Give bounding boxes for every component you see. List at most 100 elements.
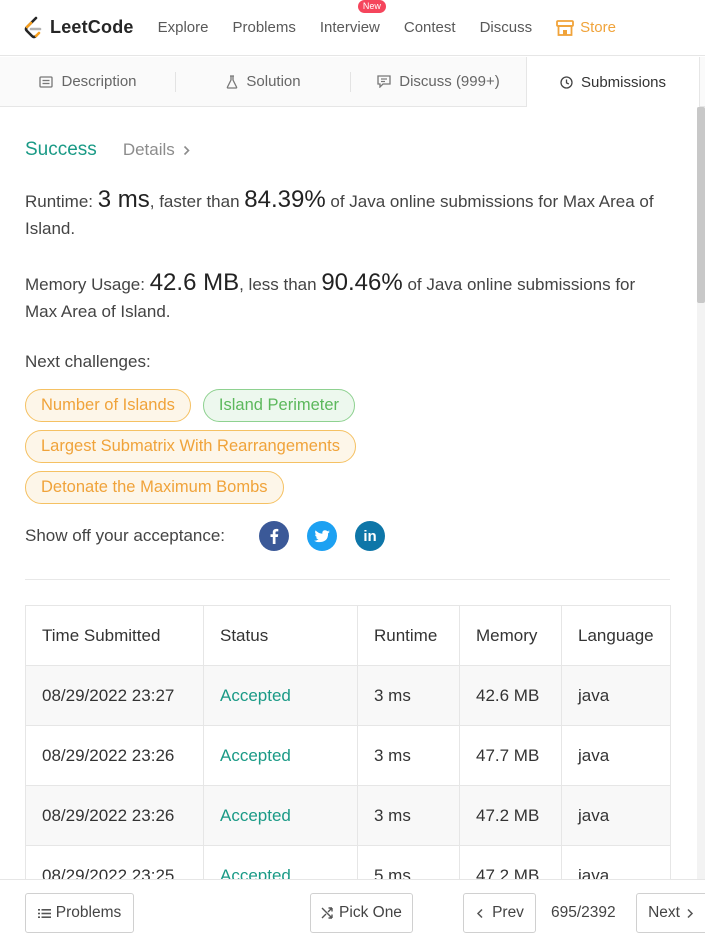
cell-status[interactable]: Accepted [203,845,358,879]
cell-runtime: 3 ms [357,725,460,786]
chevron-right-icon [183,145,190,155]
cell-status[interactable]: Accepted [203,785,358,846]
new-badge: New [357,0,386,13]
table-header-row: Time Submitted Status Runtime Memory Lan… [25,605,671,666]
nav-discuss[interactable]: Discuss [480,19,533,36]
challenge-detonate-bombs[interactable]: Detonate the Maximum Bombs [25,471,284,504]
col-runtime[interactable]: Runtime [357,605,460,666]
linkedin-icon[interactable]: in [355,521,386,551]
nav-interview[interactable]: Interview New [319,0,386,36]
challenge-number-of-islands[interactable]: Number of Islands [25,389,191,422]
comment-icon [377,75,391,88]
details-label: Details [122,140,175,159]
share-label: Show off your acceptance: [25,526,226,545]
bottom-toolbar: Problems Pick One Prev 695/2392 Next [0,879,705,938]
chevron-left-icon [477,908,483,918]
logo-text: LeetCode [50,17,134,37]
table-row[interactable]: 08/29/2022 23:25 Accepted 5 ms 47.2 MB j… [25,845,671,879]
leetcode-logo-icon [24,16,42,38]
memory-mid: , less than [239,275,322,294]
tab-solution[interactable]: Solution [176,57,351,106]
tab-discuss[interactable]: Discuss (999+) [351,57,526,106]
tab-submissions[interactable]: Submissions [526,57,700,107]
tab-description[interactable]: Description [0,57,176,106]
cell-time: 08/29/2022 23:27 [25,665,204,726]
nav-contest[interactable]: Contest [404,19,456,36]
shuffle-icon [321,907,333,919]
cell-runtime: 5 ms [357,845,460,879]
result-status-row: Success Details [25,139,671,161]
table-row[interactable]: 08/29/2022 23:27 Accepted 3 ms 42.6 MB j… [25,665,671,726]
col-memory[interactable]: Memory [459,605,562,666]
cell-memory: 47.7 MB [459,725,562,786]
memory-percent: 90.46% [321,269,403,296]
runtime-mid: , faster than [149,192,245,211]
nav-interview-label: Interview [319,19,380,36]
details-link[interactable]: Details [123,140,190,160]
cell-runtime: 3 ms [357,785,460,846]
nav-store[interactable]: Store [556,19,616,36]
section-divider [25,579,670,580]
prev-label: Prev [492,904,524,921]
chevron-right-icon [687,908,693,918]
next-label: Next [648,904,680,921]
clock-icon [560,75,573,89]
tab-solution-label: Solution [246,73,301,90]
tab-submissions-label: Submissions [580,73,667,91]
cell-status[interactable]: Accepted [203,665,358,726]
memory-stat: Memory Usage: 42.6 MB, less than 90.46% … [25,269,671,325]
next-challenges-list: Number of Islands Island Perimeter Large… [25,389,405,512]
share-row: Show off your acceptance: in [25,520,671,552]
submissions-table: Time Submitted Status Runtime Memory Lan… [25,605,671,879]
challenge-island-perimeter[interactable]: Island Perimeter [202,389,356,422]
col-status[interactable]: Status [203,605,358,666]
col-language[interactable]: Language [561,605,671,666]
leetcode-logo[interactable]: LeetCode [24,16,134,40]
flask-icon [227,74,238,89]
cell-language: java [561,785,671,846]
cell-memory: 47.2 MB [459,785,562,846]
cell-memory: 47.2 MB [459,845,562,879]
submission-detail-panel: Success Details Runtime: 3 ms, faster th… [0,107,697,879]
store-icon [556,19,574,36]
prev-button[interactable]: Prev [463,893,536,933]
memory-label: Memory Usage: [25,275,150,294]
next-challenges-label: Next challenges: [25,352,151,371]
cell-time: 08/29/2022 23:26 [25,785,204,846]
scrollbar-thumb[interactable] [697,107,705,303]
top-navbar: LeetCode Explore Problems Interview New … [0,0,705,56]
next-button[interactable]: Next [636,893,705,933]
runtime-label: Runtime: [25,192,98,211]
runtime-stat: Runtime: 3 ms, faster than 84.39% of Jav… [25,186,671,242]
cell-language: java [561,725,671,786]
problems-button[interactable]: Problems [25,893,134,933]
pick-one-button[interactable]: Pick One [310,893,413,933]
cell-runtime: 3 ms [357,665,460,726]
table-row[interactable]: 08/29/2022 23:26 Accepted 3 ms 47.2 MB j… [25,785,671,846]
col-time-submitted[interactable]: Time Submitted [25,605,204,666]
runtime-percent: 84.39% [244,186,326,213]
table-row[interactable]: 08/29/2022 23:26 Accepted 3 ms 47.7 MB j… [25,725,671,786]
pick-one-label: Pick One [339,904,402,921]
cell-time: 08/29/2022 23:26 [25,725,204,786]
list-icon [37,908,51,918]
success-status: Success [25,139,97,160]
nav-explore[interactable]: Explore [158,19,209,36]
facebook-icon[interactable] [259,521,290,551]
description-icon [39,75,54,88]
memory-value: 42.6 MB [149,269,240,296]
problems-button-label: Problems [55,904,122,921]
cell-status[interactable]: Accepted [203,725,358,786]
nav-store-label: Store [580,19,616,36]
cell-language: java [561,665,671,726]
page-counter: 695/2392 [551,904,616,921]
problem-tabs: Description Solution Discuss (999+) Subm… [0,57,705,107]
runtime-value: 3 ms [97,186,150,213]
twitter-icon[interactable] [307,521,338,551]
cell-time: 08/29/2022 23:25 [25,845,204,879]
tab-discuss-label: Discuss (999+) [399,73,500,90]
challenge-largest-submatrix[interactable]: Largest Submatrix With Rearrangements [25,430,356,463]
nav-problems[interactable]: Problems [232,19,295,36]
tab-description-label: Description [61,73,137,90]
cell-memory: 42.6 MB [459,665,562,726]
